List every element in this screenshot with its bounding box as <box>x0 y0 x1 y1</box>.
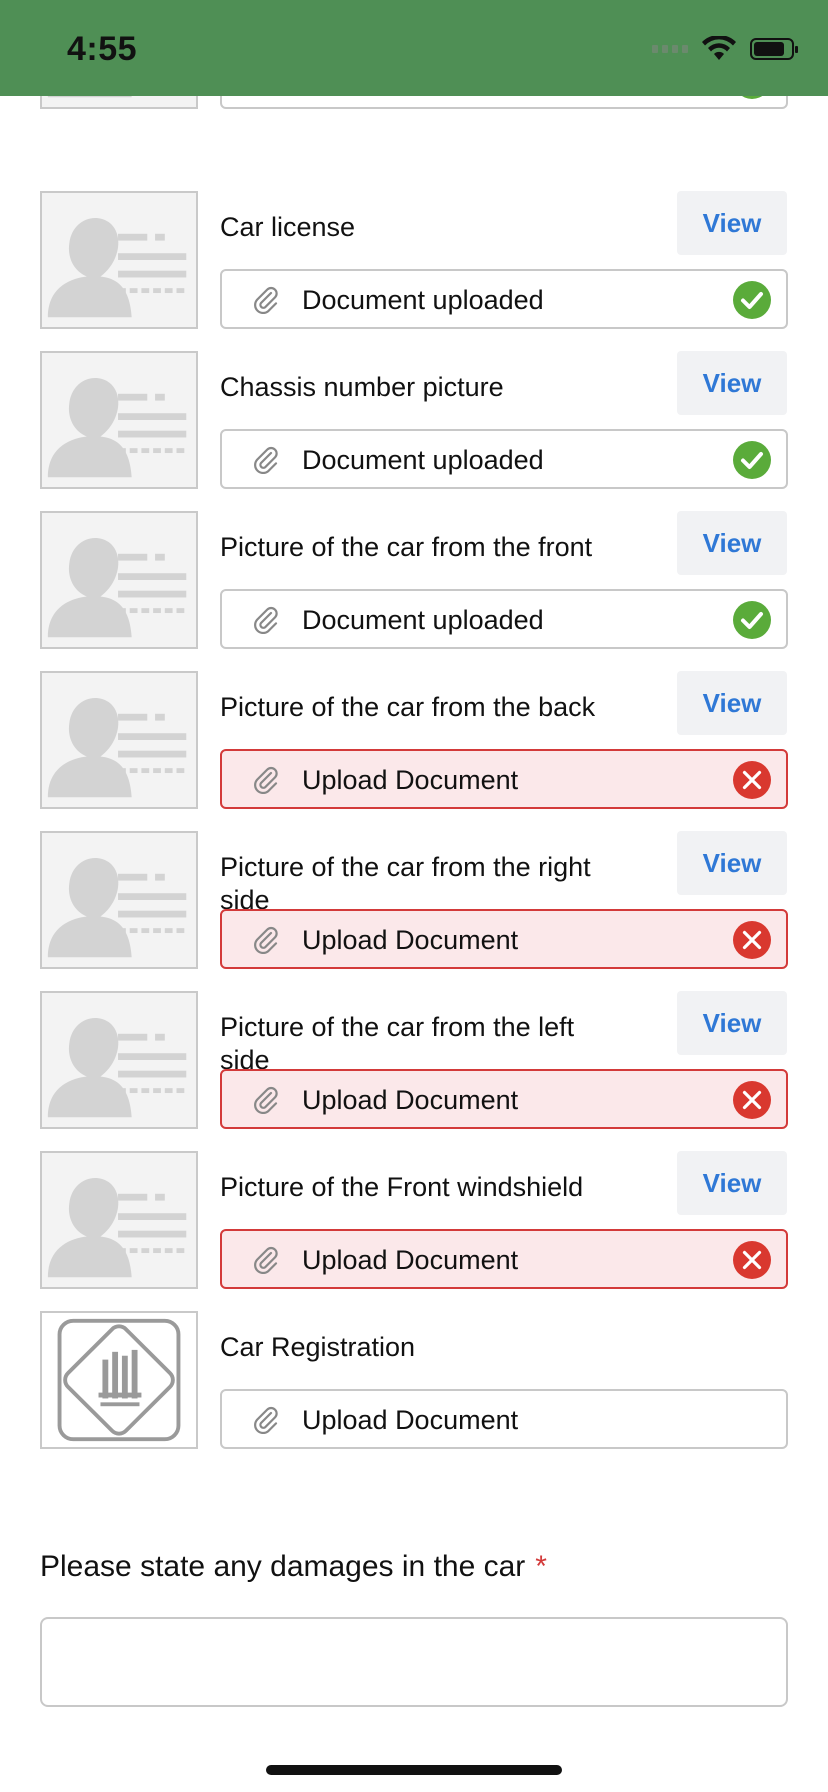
document-row: Picture of the car from the right side Vi… <box>0 831 828 971</box>
document-title: Picture of the car from the front <box>220 532 593 562</box>
required-mark: * <box>535 1550 547 1583</box>
id-card-placeholder-icon <box>40 831 198 969</box>
document-uploaded-field[interactable]: Document uploaded <box>220 589 788 649</box>
document-row: Picture of the car from the front View Do… <box>0 511 828 651</box>
x-circle-icon[interactable] <box>732 760 772 800</box>
paperclip-icon <box>252 446 280 475</box>
view-button[interactable]: View <box>677 511 787 575</box>
status-icons <box>652 36 798 62</box>
upload-label: Document uploaded <box>302 285 544 315</box>
paperclip-icon <box>252 606 280 635</box>
id-card-placeholder-icon <box>40 991 198 1129</box>
view-button[interactable]: View <box>677 991 787 1055</box>
damages-label: Please state any damages in the car * <box>40 1550 547 1584</box>
check-circle-icon <box>732 280 772 320</box>
id-card-placeholder-icon <box>40 511 198 649</box>
check-circle-icon <box>732 600 772 640</box>
upload-document-button[interactable]: Upload Document <box>220 1229 788 1289</box>
view-button[interactable]: View <box>677 351 787 415</box>
id-card-placeholder-icon <box>40 1151 198 1289</box>
damages-label-text: Please state any damages in the car <box>40 1550 526 1583</box>
paperclip-icon <box>252 286 280 315</box>
upload-document-button[interactable]: Upload Document <box>220 749 788 809</box>
paperclip-icon <box>252 766 280 795</box>
upload-label: Upload Document <box>302 1245 519 1275</box>
check-circle-icon <box>732 440 772 480</box>
document-title: Car license <box>220 212 356 242</box>
view-button[interactable]: View <box>677 1151 787 1215</box>
document-title: Picture of the Front windshield <box>220 1172 584 1202</box>
paperclip-icon <box>252 1086 280 1115</box>
document-row: Car license View Document uploaded <box>0 191 828 331</box>
document-title: Picture of the car from the left side <box>220 1012 575 1075</box>
id-card-placeholder-icon <box>40 191 198 329</box>
id-card-placeholder-icon <box>40 351 198 489</box>
status-time: 4:55 <box>67 30 138 68</box>
upload-label: Upload Document <box>302 1085 519 1115</box>
upload-label: Document uploaded <box>302 605 544 635</box>
id-card-placeholder-icon <box>40 671 198 809</box>
status-bar: 4:55 <box>0 0 828 96</box>
document-row: Car Registration Upload Document <box>0 1311 828 1451</box>
x-circle-icon[interactable] <box>732 1240 772 1280</box>
registration-emblem-icon <box>40 1311 198 1449</box>
paperclip-icon <box>252 1406 280 1435</box>
view-button[interactable]: View <box>677 191 787 255</box>
paperclip-icon <box>252 926 280 955</box>
document-uploaded-field[interactable]: Document uploaded <box>220 269 788 329</box>
document-row: Picture of the car from the back View Upl… <box>0 671 828 811</box>
wifi-icon <box>702 36 736 60</box>
document-row: Picture of the Front windshield View Uplo… <box>0 1151 828 1291</box>
x-circle-icon[interactable] <box>732 1080 772 1120</box>
paperclip-icon <box>252 1246 280 1275</box>
damages-input[interactable] <box>40 1617 788 1707</box>
upload-document-button[interactable]: Upload Document <box>220 909 788 969</box>
battery-icon <box>750 38 798 60</box>
upload-label: Document uploaded <box>302 445 544 475</box>
document-title: Picture of the car from the right side <box>220 852 591 915</box>
document-row: Picture of the car from the left side Vie… <box>0 991 828 1131</box>
document-title: Car Registration <box>220 1332 416 1362</box>
document-row: Chassis number picture View Document uplo… <box>0 351 828 491</box>
view-button[interactable]: View <box>677 831 787 895</box>
document-title: Picture of the car from the back <box>220 692 596 722</box>
upload-document-button[interactable]: Upload Document <box>220 1389 788 1449</box>
view-button[interactable]: View <box>677 671 787 735</box>
document-uploaded-field[interactable]: Document uploaded <box>220 429 788 489</box>
x-circle-icon[interactable] <box>732 920 772 960</box>
upload-document-button[interactable]: Upload Document <box>220 1069 788 1129</box>
document-title: Chassis number picture <box>220 372 504 402</box>
upload-label: Upload Document <box>302 925 519 955</box>
upload-label: Upload Document <box>302 1405 519 1435</box>
cellular-signal-icon <box>652 45 688 53</box>
upload-label: Upload Document <box>302 765 519 795</box>
home-indicator[interactable] <box>266 1765 562 1775</box>
